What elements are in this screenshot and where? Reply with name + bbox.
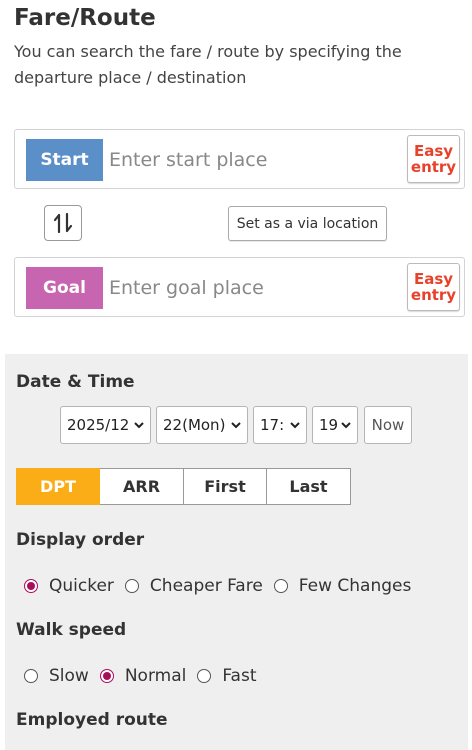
start-tag: Start [26, 139, 103, 181]
radio-normal[interactable] [99, 669, 114, 683]
radio-few-changes[interactable] [273, 579, 288, 593]
radio-label-cheaper-fare[interactable]: Cheaper Fare [150, 576, 263, 596]
goal-easy-entry-button[interactable]: Easy entry [407, 263, 460, 311]
tab-dpt[interactable]: DPT [16, 468, 100, 505]
start-place-box: Start Easyentry [14, 129, 465, 189]
minute-value: 19 [319, 416, 339, 434]
day-value: 22(Mon) [163, 416, 226, 434]
page-description: You can search the fare / route by speci… [14, 42, 402, 87]
swap-places-button[interactable] [44, 205, 82, 241]
radio-slow[interactable] [24, 669, 38, 683]
easy-entry-line2: entry [410, 158, 457, 176]
walk-speed-label: Walk speed [16, 620, 127, 640]
goal-place-input[interactable] [109, 266, 405, 310]
hour-select[interactable]: 17: [253, 406, 307, 444]
start-place-input[interactable] [109, 138, 405, 182]
easy-entry-line2: entry [410, 286, 457, 304]
chevron-down-icon [341, 422, 351, 429]
day-select[interactable]: 22(Mon) [156, 406, 248, 444]
month-value: 2025/12 [67, 416, 130, 434]
chevron-down-icon [231, 422, 241, 429]
search-options-panel: Date & Time 2025/12 22(Mon) 17: 19 Now D… [5, 354, 468, 750]
chevron-down-icon [134, 422, 144, 429]
search-mode-tabs: DPT ARR First Last [16, 468, 351, 505]
start-easy-entry-button[interactable]: Easy entry [407, 135, 460, 183]
radio-label-few-changes[interactable]: Few Changes [299, 576, 412, 596]
display-order-label: Display order [16, 530, 145, 550]
month-select[interactable]: 2025/12 [60, 406, 151, 444]
hour-value: 17: [260, 416, 285, 434]
minute-select[interactable]: 19 [312, 406, 358, 444]
page-title: Fare/Route [14, 5, 156, 31]
goal-place-box: Goal Easyentry [14, 257, 465, 317]
radio-label-fast[interactable]: Fast [222, 666, 256, 686]
radio-label-slow[interactable]: Slow [49, 666, 89, 686]
radio-label-quicker[interactable]: Quicker [49, 576, 114, 596]
radio-label-normal[interactable]: Normal [125, 666, 187, 686]
radio-cheaper-fare[interactable] [124, 579, 139, 593]
goal-tag: Goal [26, 267, 103, 309]
date-time-label: Date & Time [16, 372, 135, 392]
now-button[interactable]: Now [364, 406, 412, 444]
tab-arr[interactable]: ARR [100, 468, 184, 505]
walk-speed-options: Slow Normal Fast [24, 666, 268, 686]
tab-last[interactable]: Last [267, 468, 351, 505]
radio-quicker[interactable] [24, 579, 38, 593]
display-order-options: Quicker Cheaper Fare Few Changes [24, 576, 422, 596]
tab-first[interactable]: First [184, 468, 267, 505]
set-via-location-button[interactable]: Set as a via location [228, 206, 387, 241]
swap-vertical-icon [53, 212, 73, 234]
radio-fast[interactable] [197, 669, 212, 683]
employed-route-label: Employed route [16, 710, 168, 730]
chevron-down-icon [290, 422, 300, 429]
